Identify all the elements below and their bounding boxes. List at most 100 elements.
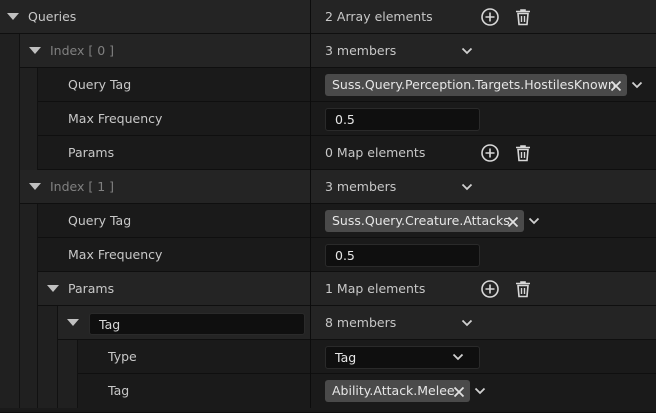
max-frequency-label: Max Frequency bbox=[68, 247, 163, 262]
indent-gutter bbox=[20, 204, 38, 238]
indent-gutter bbox=[0, 238, 20, 272]
max-frequency-input[interactable]: 0.5 bbox=[325, 244, 480, 267]
index-1-value-cell: 3 members bbox=[311, 170, 656, 204]
chevron-down-icon[interactable] bbox=[452, 351, 464, 363]
params-count: 0 Map elements bbox=[325, 145, 426, 160]
indent-gutter bbox=[38, 340, 58, 374]
indent-gutter bbox=[0, 136, 20, 170]
expand-arrow-icon[interactable] bbox=[47, 285, 59, 292]
expand-arrow-icon[interactable] bbox=[29, 47, 41, 54]
indent-gutter bbox=[20, 306, 38, 340]
max-frequency-label-cell: Max Frequency bbox=[0, 238, 310, 272]
chevron-down-icon[interactable] bbox=[461, 181, 473, 193]
indent-gutter bbox=[20, 68, 38, 102]
query-tag-label-cell: Query Tag bbox=[0, 204, 310, 238]
close-icon[interactable] bbox=[506, 214, 520, 228]
indent-gutter bbox=[0, 374, 20, 408]
indent-gutter bbox=[38, 306, 58, 340]
indent-gutter bbox=[20, 272, 38, 306]
gameplay-tag-text: Suss.Query.Perception.Targets.HostilesKn… bbox=[332, 77, 616, 92]
expand-arrow-icon[interactable] bbox=[67, 319, 79, 326]
index-0-row: Index [ 0 ] 3 members bbox=[0, 34, 656, 68]
type-dropdown-value: Tag bbox=[335, 350, 357, 365]
queries-value-cell: 2 Array elements bbox=[311, 0, 656, 34]
queries-count: 2 Array elements bbox=[325, 9, 433, 24]
chevron-down-icon[interactable] bbox=[461, 45, 473, 57]
max-frequency-value-cell: 0.5 bbox=[311, 238, 656, 272]
details-panel: Queries 2 Array elements Index [ 0 ] 3 m… bbox=[0, 0, 656, 413]
max-frequency-label-cell: Max Frequency bbox=[0, 102, 310, 136]
params-value-cell: 0 Map elements bbox=[311, 136, 656, 170]
index-0-label: Index [ 0 ] bbox=[50, 43, 115, 58]
max-frequency-value-cell: 0.5 bbox=[311, 102, 656, 136]
gameplay-tag-chip[interactable]: Ability.Attack.Melee bbox=[325, 380, 470, 402]
tag-row: Tag Ability.Attack.Melee bbox=[0, 374, 656, 413]
indent-gutter bbox=[0, 68, 20, 102]
chevron-down-icon[interactable] bbox=[461, 317, 473, 329]
indent-gutter bbox=[0, 340, 20, 374]
indent-gutter bbox=[20, 238, 38, 272]
indent-gutter bbox=[20, 136, 38, 170]
add-circle-icon[interactable] bbox=[480, 7, 500, 27]
queries-label-cell: Queries bbox=[0, 0, 310, 34]
params-label: Params bbox=[68, 145, 115, 160]
type-label-cell: Type bbox=[0, 340, 310, 374]
max-frequency-label: Max Frequency bbox=[68, 111, 163, 126]
query-tag-value-cell: Suss.Query.Creature.Attacks bbox=[311, 204, 656, 238]
indent-gutter bbox=[0, 272, 20, 306]
index-0-value-cell: 3 members bbox=[311, 34, 656, 68]
index-0-max-frequency-row: Max Frequency 0.5 bbox=[0, 102, 656, 136]
expand-arrow-icon[interactable] bbox=[29, 183, 41, 190]
index-1-params-row: Params 1 Map elements bbox=[0, 272, 656, 306]
indent-gutter bbox=[0, 204, 20, 238]
queries-row: Queries 2 Array elements bbox=[0, 0, 656, 34]
max-frequency-input[interactable]: 0.5 bbox=[325, 108, 480, 131]
type-row: Type Tag bbox=[0, 340, 656, 374]
indent-gutter bbox=[0, 170, 20, 204]
index-0-params-row: Params 0 Map elements bbox=[0, 136, 656, 170]
chevron-down-icon[interactable] bbox=[474, 385, 486, 397]
add-circle-icon[interactable] bbox=[480, 143, 500, 163]
index-1-label: Index [ 1 ] bbox=[50, 179, 115, 194]
tag-label-cell: Tag bbox=[0, 374, 310, 408]
chevron-down-icon[interactable] bbox=[528, 215, 540, 227]
trash-icon[interactable] bbox=[513, 7, 533, 27]
queries-label: Queries bbox=[28, 9, 77, 24]
query-tag-label: Query Tag bbox=[68, 213, 132, 228]
close-icon[interactable] bbox=[609, 78, 623, 92]
indent-gutter bbox=[0, 102, 20, 136]
index-1-row: Index [ 1 ] 3 members bbox=[0, 170, 656, 204]
gameplay-tag-chip[interactable]: Suss.Query.Creature.Attacks bbox=[325, 210, 524, 232]
trash-icon[interactable] bbox=[513, 279, 533, 299]
params-count: 1 Map elements bbox=[325, 281, 426, 296]
query-tag-label: Query Tag bbox=[68, 77, 132, 92]
indent-gutter bbox=[20, 374, 38, 408]
index-1-members: 3 members bbox=[325, 179, 397, 194]
index-1-label-cell: Index [ 1 ] bbox=[0, 170, 310, 204]
type-dropdown[interactable]: Tag bbox=[325, 346, 480, 369]
indent-gutter bbox=[20, 340, 38, 374]
map-key-input[interactable]: Tag bbox=[89, 313, 305, 335]
close-icon[interactable] bbox=[452, 384, 466, 398]
gameplay-tag-text: Ability.Attack.Melee bbox=[332, 383, 455, 398]
index-1-max-frequency-row: Max Frequency 0.5 bbox=[0, 238, 656, 272]
trash-icon[interactable] bbox=[513, 143, 533, 163]
indent-gutter bbox=[0, 34, 20, 68]
indent-gutter bbox=[20, 102, 38, 136]
params-label-cell: Params bbox=[0, 136, 310, 170]
type-value-cell: Tag bbox=[311, 340, 656, 374]
map-entry-label-cell: Tag bbox=[0, 306, 310, 340]
map-entry-value-cell: 8 members bbox=[311, 306, 656, 340]
gameplay-tag-chip[interactable]: Suss.Query.Perception.Targets.HostilesKn… bbox=[325, 74, 627, 96]
expand-arrow-icon[interactable] bbox=[7, 13, 19, 20]
index-0-label-cell: Index [ 0 ] bbox=[0, 34, 310, 68]
query-tag-value-cell: Suss.Query.Perception.Targets.HostilesKn… bbox=[311, 68, 656, 102]
indent-gutter bbox=[0, 306, 20, 340]
indent-gutter bbox=[58, 340, 78, 374]
type-label: Type bbox=[108, 349, 137, 364]
index-0-members: 3 members bbox=[325, 43, 397, 58]
chevron-down-icon[interactable] bbox=[631, 79, 643, 91]
map-entry-members: 8 members bbox=[325, 315, 397, 330]
add-circle-icon[interactable] bbox=[480, 279, 500, 299]
params-value-cell: 1 Map elements bbox=[311, 272, 656, 306]
